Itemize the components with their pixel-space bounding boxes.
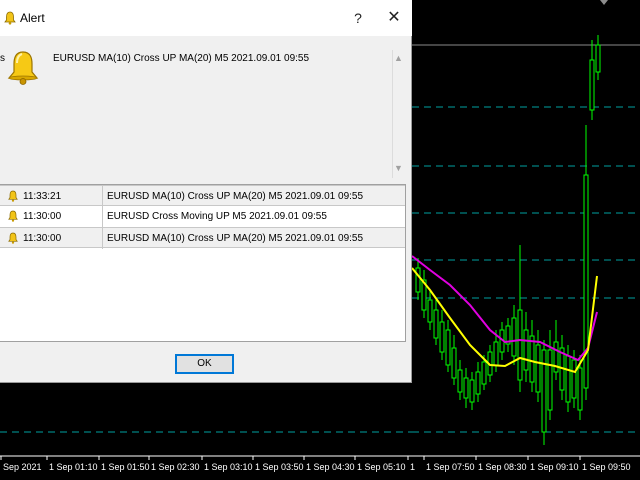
candle-body	[571, 359, 577, 399]
close-button[interactable]: ✕	[382, 6, 406, 30]
candle-body	[415, 267, 421, 293]
candle-body	[475, 371, 481, 395]
candle-body	[595, 44, 601, 73]
time-label: 1 Sep 09:10	[530, 462, 579, 472]
list-item[interactable]: 11:33:21 EURUSD MA(10) Cross UP MA(20) M…	[0, 185, 405, 207]
scroll-down-icon[interactable]: ▼	[394, 163, 403, 173]
time-label: 1	[410, 462, 415, 472]
candle-body	[445, 329, 451, 366]
candle-body	[427, 299, 433, 323]
time-label: 1 Sep 01:10	[49, 462, 98, 472]
ok-button[interactable]: OK	[175, 354, 234, 374]
candle-body	[493, 341, 499, 366]
bell-icon	[8, 232, 18, 244]
title-bar: Alert ? ✕	[0, 0, 412, 36]
help-button[interactable]: ?	[346, 6, 370, 30]
time-label: 1 Sep 07:50	[426, 462, 475, 472]
bell-icon	[4, 11, 16, 25]
alert-dialog: Alert ? ✕ s EURUSD MA(10) Cross UP MA(20…	[0, 0, 412, 383]
candle-body	[547, 349, 553, 411]
bell-icon	[8, 190, 18, 202]
candle-body	[433, 309, 439, 339]
alert-time: 11:33:21	[23, 191, 62, 202]
candle-body	[517, 309, 523, 381]
scroll-marker	[600, 0, 608, 5]
candle-body	[541, 349, 547, 433]
dialog-title: Alert	[20, 11, 45, 25]
time-label: 1 Sep 03:10	[204, 462, 253, 472]
alert-text: EURUSD Cross Moving UP M5 2021.09.01 09:…	[107, 211, 327, 222]
alert-text: EURUSD MA(10) Cross UP MA(20) M5 2021.09…	[107, 233, 364, 244]
candle-body	[529, 335, 535, 383]
time-label: Sep 2021	[3, 462, 42, 472]
message-area: s EURUSD MA(10) Cross UP MA(20) M5 2021.…	[0, 36, 406, 180]
alert-time: 11:30:00	[23, 233, 62, 244]
candle-body	[451, 347, 457, 379]
list-item[interactable]: 11:30:00 EURUSD MA(10) Cross UP MA(20) M…	[0, 227, 405, 249]
alert-history-list[interactable]: 11:33:21 EURUSD MA(10) Cross UP MA(20) M…	[0, 184, 406, 342]
bell-icon	[8, 210, 18, 222]
time-label: 1 Sep 05:10	[357, 462, 406, 472]
time-label: 1 Sep 04:30	[306, 462, 355, 472]
time-axis: Sep 2021 1 Sep 01:10 1 Sep 01:50 1 Sep 02:3…	[0, 456, 631, 472]
column-divider	[102, 206, 103, 227]
candle-body	[523, 329, 529, 371]
time-label: 1 Sep 09:50	[582, 462, 631, 472]
list-item[interactable]: 11:30:00 EURUSD Cross Moving UP M5 2021.…	[0, 206, 405, 227]
time-label: 1 Sep 02:30	[151, 462, 200, 472]
candle-body	[535, 344, 541, 393]
candle-body	[481, 361, 487, 385]
candle-body	[457, 369, 463, 393]
candle-body	[589, 59, 595, 111]
time-label: 1 Sep 03:50	[255, 462, 304, 472]
candle-body	[469, 379, 475, 403]
candle-body	[511, 317, 517, 357]
column-divider	[102, 228, 103, 249]
bell-icon	[7, 51, 39, 85]
left-edge-fragment: s	[0, 53, 5, 64]
message-scrollbar[interactable]	[392, 50, 407, 178]
time-label: 1 Sep 01:50	[101, 462, 150, 472]
alert-time: 11:30:00	[23, 211, 62, 222]
scroll-up-icon[interactable]: ▲	[394, 53, 403, 63]
alert-text: EURUSD MA(10) Cross UP MA(20) M5 2021.09…	[107, 191, 364, 202]
candle-body	[463, 377, 469, 399]
time-label: 1 Sep 08:30	[478, 462, 527, 472]
candle-body	[577, 367, 583, 411]
column-divider	[102, 186, 103, 207]
candles	[415, 35, 601, 445]
candle-body	[565, 355, 571, 403]
alert-message: EURUSD MA(10) Cross UP MA(20) M5 2021.09…	[53, 53, 310, 64]
candle-body	[439, 321, 445, 353]
